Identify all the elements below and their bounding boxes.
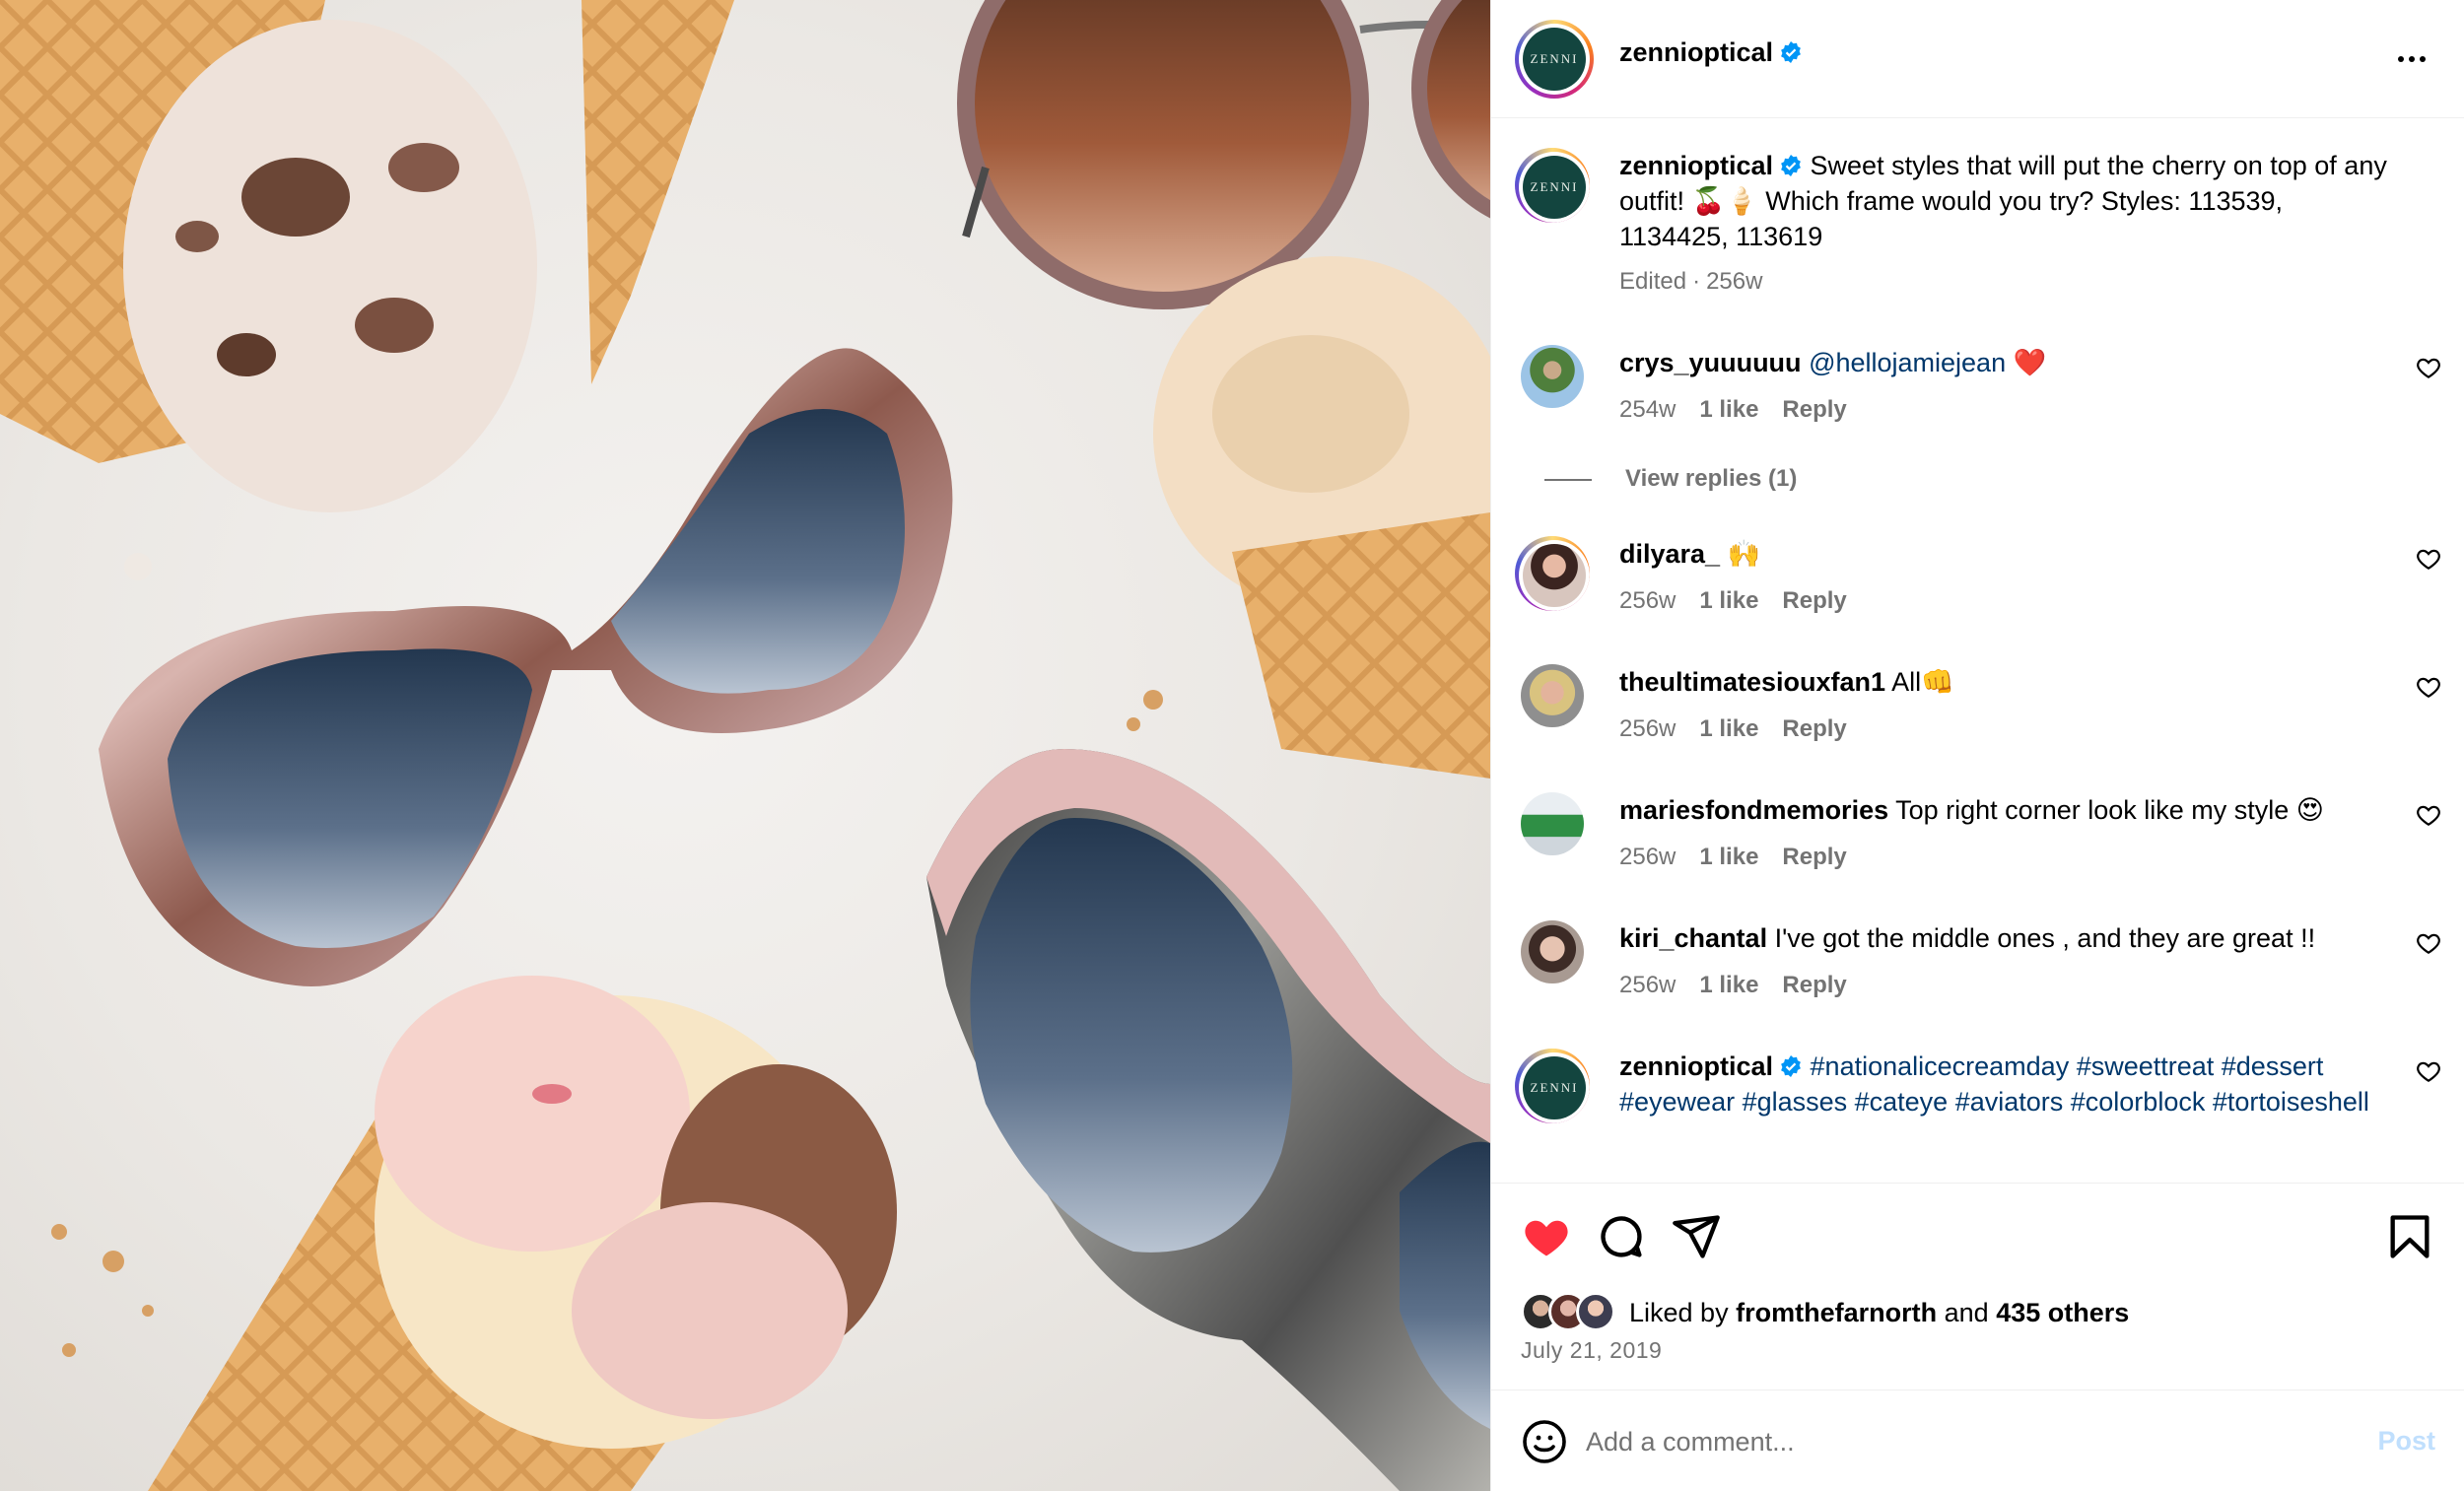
comment-body: All👊 — [1891, 667, 1954, 697]
bookmark-icon[interactable] — [2384, 1211, 2435, 1262]
verified-badge-icon — [1781, 1055, 1801, 1077]
comment-meta: 256w 1 like Reply — [1619, 844, 1871, 871]
liked-by-and: and — [1944, 1297, 1989, 1327]
liked-by-user[interactable]: fromthefarnorth — [1736, 1298, 1937, 1328]
comment-input[interactable] — [1586, 1420, 2335, 1463]
liker-avatars[interactable] — [1521, 1292, 1621, 1333]
avatar[interactable] — [1521, 920, 1584, 983]
heart-filled-icon[interactable] — [1521, 1211, 1572, 1262]
emoji-icon[interactable] — [1521, 1418, 1568, 1465]
comment-time[interactable]: 256w — [1619, 844, 1676, 870]
liked-by-prefix: Liked by — [1629, 1297, 1729, 1327]
zenni-logo: ZENNI — [1523, 28, 1586, 91]
avatar[interactable] — [1521, 792, 1584, 855]
comment-likes[interactable]: 1 like — [1699, 972, 1758, 998]
reply-button[interactable]: Reply — [1782, 587, 1846, 614]
comment-body: 🙌 — [1727, 539, 1761, 569]
heart-outline-icon[interactable] — [2416, 355, 2441, 380]
comment-time[interactable]: 256w — [1619, 972, 1676, 998]
instagram-post: ZENNI zennioptical ZENNI zennioptical Sw… — [0, 0, 2464, 1491]
comment-time[interactable]: 254w — [1619, 396, 1676, 423]
heart-outline-icon[interactable] — [2416, 802, 2441, 828]
zenni-logo: ZENNI — [1523, 1056, 1586, 1119]
likes-count[interactable]: 435 others — [1996, 1298, 2129, 1328]
add-comment-bar: Post — [1491, 1389, 2464, 1491]
heart-outline-icon[interactable] — [2416, 1058, 2441, 1084]
comment-likes[interactable]: 1 like — [1699, 587, 1758, 614]
reply-button[interactable]: Reply — [1782, 396, 1846, 423]
avatar[interactable]: ZENNI — [1515, 20, 1594, 99]
avatar[interactable]: ZENNI — [1515, 148, 1590, 223]
caption-meta: Edited · 256w — [1619, 268, 1786, 296]
comment-text: kiri_chantal I've got the middle ones , … — [1619, 920, 2388, 956]
avatar[interactable]: ZENNI — [1515, 1049, 1590, 1123]
verified-badge-icon — [1781, 41, 1801, 63]
comment-body: Top right corner look like my style 😍 — [1895, 795, 2324, 825]
header-username[interactable]: zennioptical — [1619, 37, 1773, 67]
comments-list: ZENNI zennioptical Sweet styles that wil… — [1491, 118, 2464, 1183]
verified-badge-icon — [1781, 155, 1801, 176]
comment-username[interactable]: theultimatesiouxfan1 — [1619, 667, 1885, 697]
post-button[interactable]: Post — [2377, 1426, 2435, 1457]
heart-outline-icon[interactable] — [2416, 930, 2441, 956]
comment-body: I've got the middle ones , and they are … — [1774, 923, 2316, 953]
photo-illustration — [0, 0, 1490, 1491]
avatar-photo — [1523, 544, 1586, 607]
avatar[interactable] — [1521, 345, 1584, 408]
reply-button[interactable]: Reply — [1782, 715, 1846, 742]
comment-text: mariesfondmemories Top right corner look… — [1619, 792, 2388, 828]
caption-time[interactable]: 256w — [1706, 268, 1762, 295]
comment-text: zennioptical #nationalicecreamday #sweet… — [1619, 1049, 2388, 1119]
zenni-logo: ZENNI — [1523, 156, 1586, 219]
comment-time[interactable]: 256w — [1619, 715, 1676, 742]
comment-time[interactable]: 256w — [1619, 587, 1676, 614]
comment-likes[interactable]: 1 like — [1699, 844, 1758, 870]
comment-username[interactable]: zennioptical — [1619, 1051, 1773, 1081]
post-side-panel: ZENNI zennioptical ZENNI zennioptical Sw… — [1490, 0, 2464, 1491]
action-bar: Liked by fromthefarnorth and 435 others … — [1491, 1183, 2464, 1389]
meta-separator: · — [1692, 268, 1701, 295]
comment-text: theultimatesiouxfan1 All👊 — [1619, 664, 2388, 700]
more-horizontal-icon[interactable] — [2392, 39, 2431, 79]
avatar[interactable] — [1521, 664, 1584, 727]
post-photo[interactable] — [0, 0, 1490, 1491]
post-header: ZENNI zennioptical — [1491, 0, 2464, 118]
heart-outline-icon[interactable] — [2416, 546, 2441, 572]
comment-username[interactable]: kiri_chantal — [1619, 923, 1767, 953]
heart-outline-icon[interactable] — [2416, 674, 2441, 700]
comment-likes[interactable]: 1 like — [1699, 396, 1758, 423]
comment-icon[interactable] — [1596, 1211, 1647, 1262]
caption-username[interactable]: zennioptical — [1619, 151, 1773, 180]
comment-text: crys_yuuuuuu @hellojamiejean ❤️ — [1619, 345, 2388, 380]
comment-username[interactable]: mariesfondmemories — [1619, 795, 1888, 825]
post-date[interactable]: July 21, 2019 — [1521, 1337, 1662, 1364]
comment-text: dilyara_ 🙌 — [1619, 536, 2388, 572]
likes-summary: Liked by fromthefarnorth and 435 others — [1521, 1292, 2129, 1333]
comment-meta: 256w 1 like Reply — [1619, 972, 1871, 999]
comment-meta: 256w 1 like Reply — [1619, 715, 1871, 743]
avatar[interactable] — [1515, 536, 1590, 611]
edited-label: Edited — [1619, 268, 1687, 295]
header-username-wrap: zennioptical — [1619, 37, 1803, 68]
reply-button[interactable]: Reply — [1782, 972, 1846, 998]
caption-text: zennioptical Sweet styles that will put … — [1619, 148, 2388, 254]
reply-button[interactable]: Reply — [1782, 844, 1846, 870]
comment-likes[interactable]: 1 like — [1699, 715, 1758, 742]
comment-meta: 256w 1 like Reply — [1619, 587, 1871, 615]
view-replies-button[interactable]: View replies (1) — [1521, 465, 1797, 493]
comment-username[interactable]: crys_yuuuuuu — [1619, 348, 1802, 377]
comment-mention[interactable]: @hellojamiejean — [1809, 348, 2006, 377]
comment-meta: 254w 1 like Reply — [1619, 396, 1871, 424]
share-icon[interactable] — [1671, 1211, 1722, 1262]
comment-body: ❤️ — [2006, 348, 2047, 377]
comment-username[interactable]: dilyara_ — [1619, 539, 1720, 569]
